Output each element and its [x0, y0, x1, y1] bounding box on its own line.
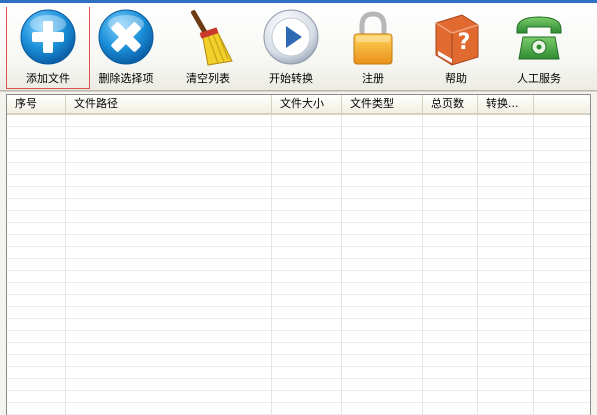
column-divider [477, 115, 478, 415]
help-book-icon: ? [435, 14, 479, 66]
clear-list-label: 清空列表 [186, 72, 230, 85]
add-file-button[interactable]: 添加文件 [6, 7, 90, 89]
column-divider [65, 115, 66, 415]
delete-icon [98, 9, 154, 65]
column-header-index[interactable]: 序号 [7, 95, 66, 113]
add-file-label: 添加文件 [26, 72, 70, 85]
manual-service-button[interactable]: 人工服务 [497, 7, 581, 89]
start-convert-label: 开始转换 [269, 72, 313, 85]
delete-selected-label: 删除选择项 [98, 72, 154, 85]
help-button[interactable]: ? 帮助 [414, 7, 498, 89]
toolbar-separator [0, 90, 597, 92]
column-header-file-path[interactable]: 文件路径 [66, 95, 272, 113]
clear-list-button[interactable]: 清空列表 [166, 7, 250, 89]
column-header-convert[interactable]: 转换... [478, 95, 534, 113]
column-divider [271, 115, 272, 415]
lock-icon [353, 11, 393, 65]
add-icon [20, 9, 76, 65]
svg-text:?: ? [458, 30, 471, 55]
column-divider [422, 115, 423, 415]
manual-service-label: 人工服务 [517, 72, 561, 85]
column-header-file-type[interactable]: 文件类型 [342, 95, 423, 113]
file-list-header: 序号 文件路径 文件大小 文件类型 总页数 转换... [7, 95, 590, 115]
phone-icon [516, 16, 562, 60]
toolbar: 添加文件 删除选择项 清空列表 开始转换 注册 ? 帮助 人工服务 [0, 3, 597, 90]
delete-selected-button[interactable]: 删除选择项 [84, 7, 168, 89]
file-list[interactable]: 序号 文件路径 文件大小 文件类型 总页数 转换... [6, 94, 591, 415]
broom-icon [191, 10, 233, 66]
play-icon [263, 9, 319, 65]
register-button[interactable]: 注册 [331, 7, 415, 89]
column-divider [341, 115, 342, 415]
column-divider [533, 115, 534, 415]
column-header-total-pages[interactable]: 总页数 [423, 95, 478, 113]
file-list-rows[interactable] [7, 115, 590, 415]
help-label: 帮助 [445, 72, 467, 85]
column-header-file-size[interactable]: 文件大小 [272, 95, 342, 113]
register-label: 注册 [362, 72, 384, 85]
start-convert-button[interactable]: 开始转换 [249, 7, 333, 89]
